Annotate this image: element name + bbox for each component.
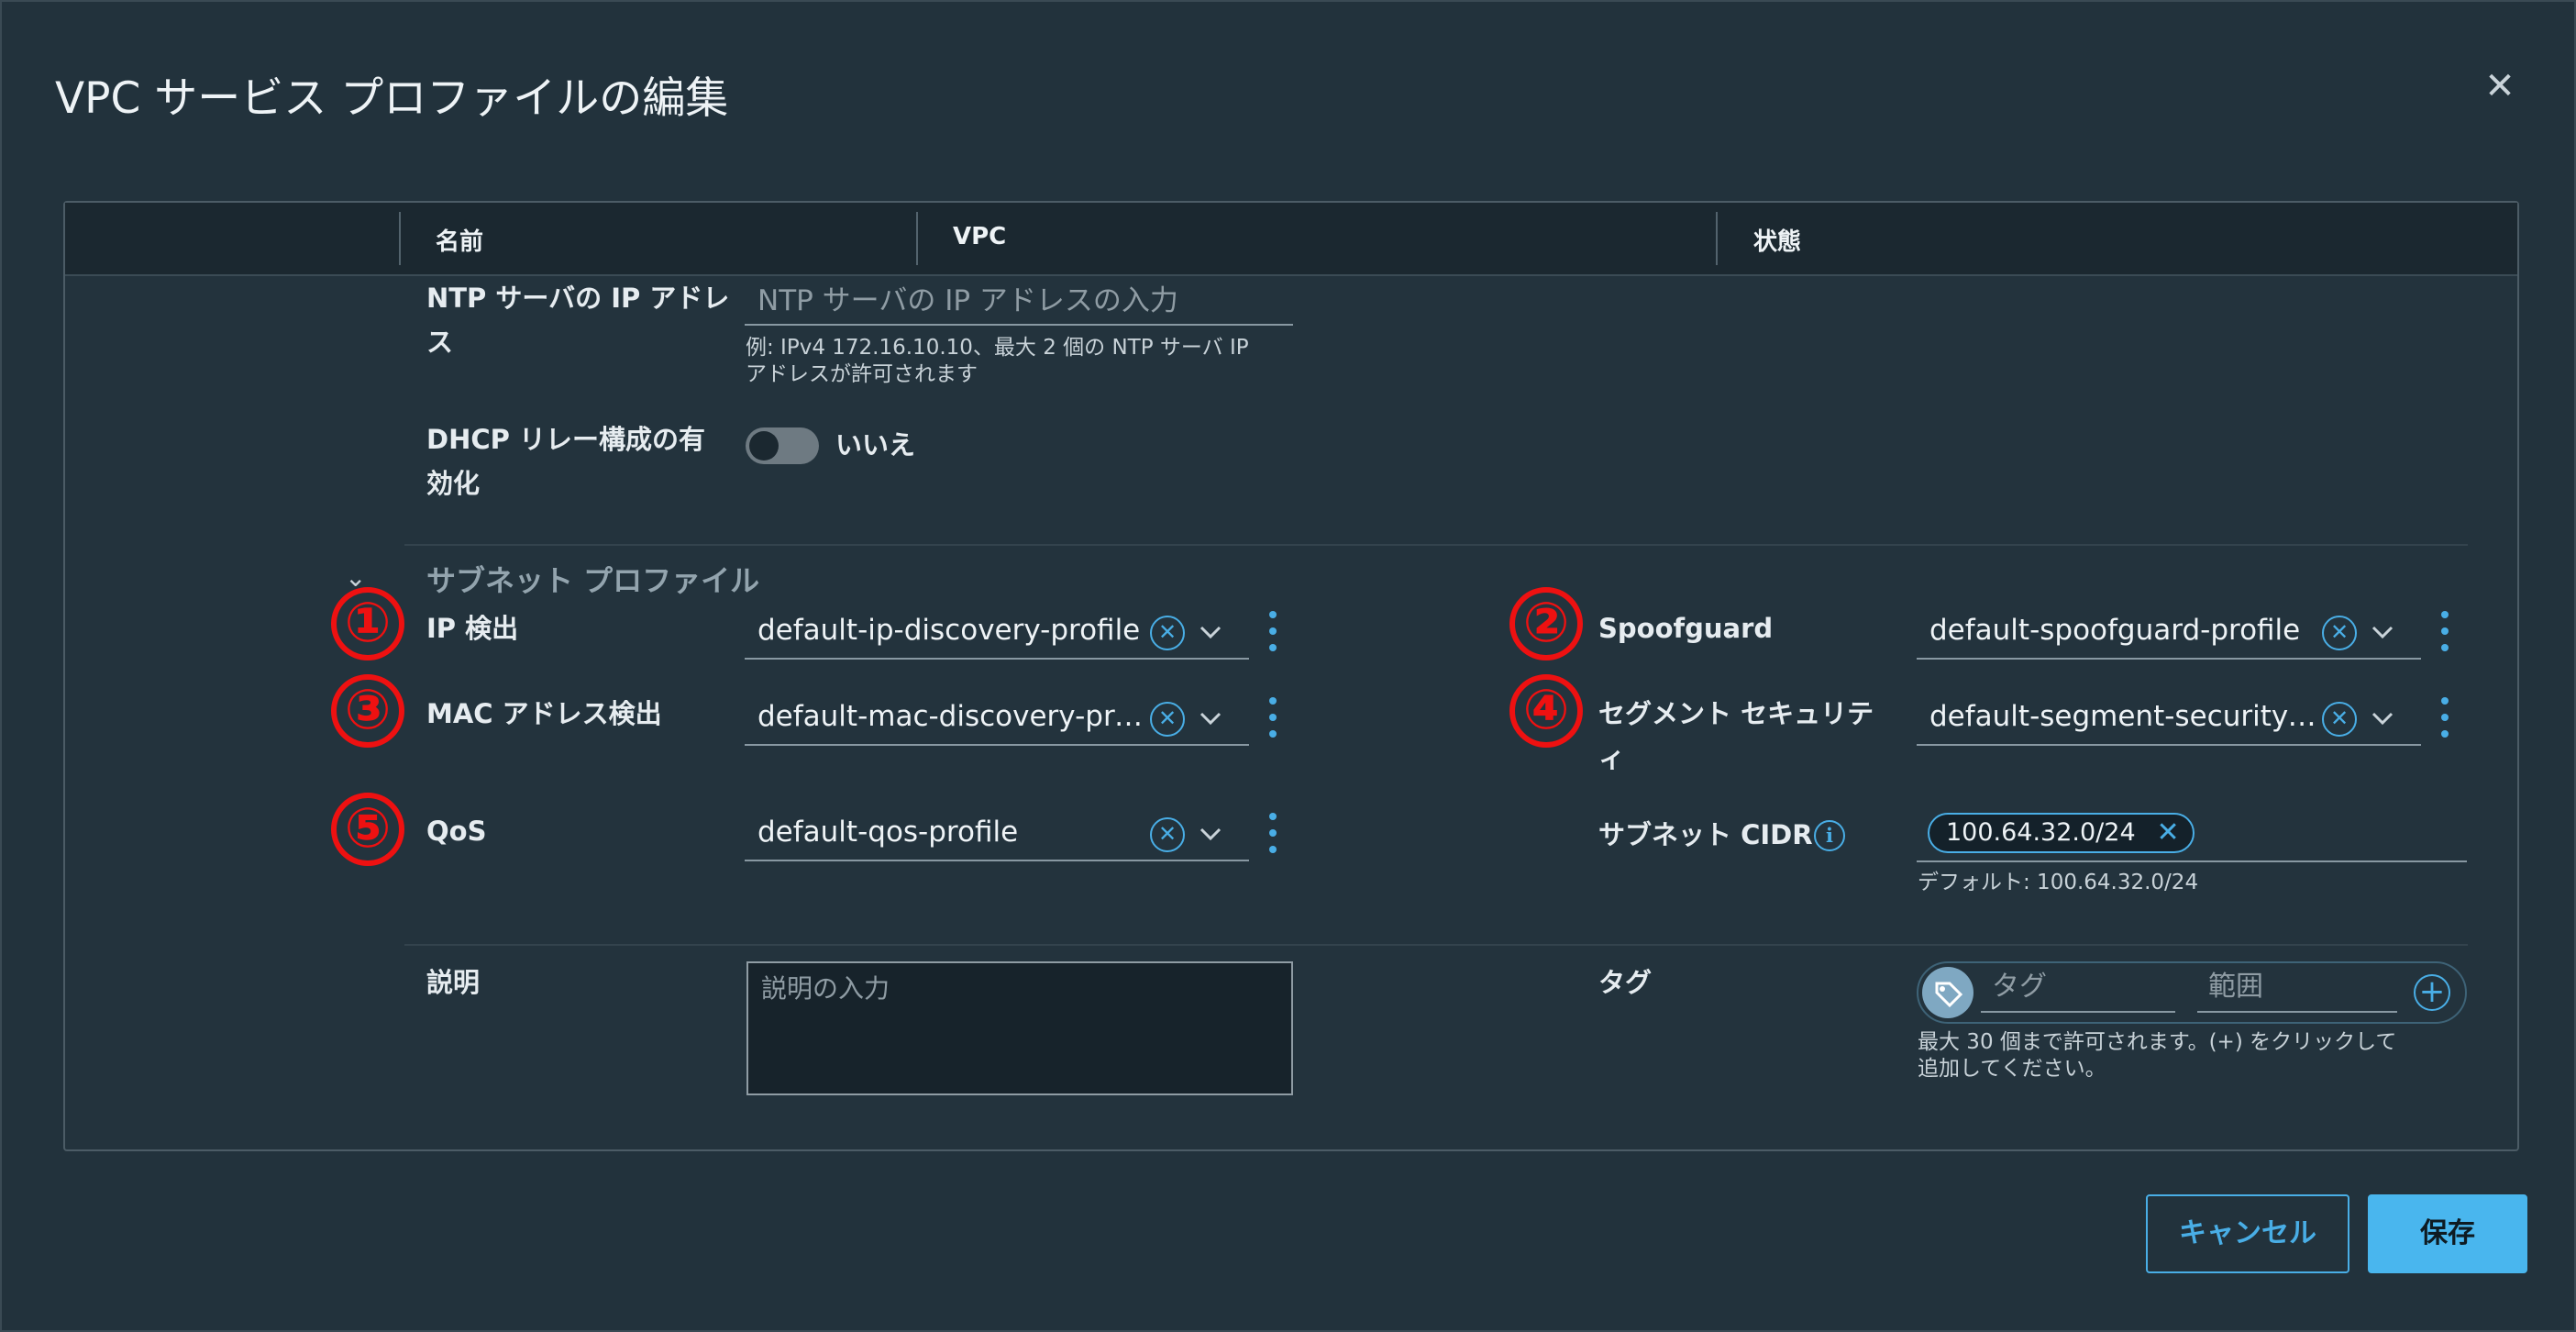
segment-security-select[interactable]: default-segment-security-profile ✕ bbox=[1917, 693, 2421, 746]
dhcp-label-line2: 効化 bbox=[426, 468, 481, 499]
description-textarea[interactable]: 説明の入力 bbox=[746, 961, 1293, 1095]
cancel-button[interactable]: キャンセル bbox=[2146, 1194, 2349, 1273]
ntp-label-line2: ス bbox=[426, 327, 454, 358]
segment-security-label-line1: セグメント セキュリテ bbox=[1598, 698, 1874, 729]
tag-icon[interactable] bbox=[1922, 967, 1973, 1018]
ip-discovery-select[interactable]: default-ip-discovery-profile ✕ bbox=[745, 606, 1249, 660]
ntp-hint: 例: IPv4 172.16.10.10、最大 2 個の NTP サーバ IP … bbox=[746, 335, 1249, 388]
clear-icon[interactable]: ✕ bbox=[1150, 702, 1185, 737]
column-separator bbox=[399, 212, 401, 265]
ip-discovery-label: IP 検出 bbox=[426, 613, 519, 644]
dhcp-relay-state: いいえ bbox=[835, 429, 916, 461]
add-tag-icon[interactable]: + bbox=[2414, 974, 2450, 1011]
subnet-cidr-hint: デフォルト: 100.64.32.0/24 bbox=[1918, 871, 2199, 894]
qos-label: QoS bbox=[426, 816, 487, 847]
chevron-down-icon[interactable] bbox=[2370, 705, 2395, 731]
clear-icon[interactable]: ✕ bbox=[2322, 616, 2357, 650]
close-icon[interactable]: ✕ bbox=[2482, 68, 2518, 105]
ntp-server-input[interactable]: NTP サーバの IP アドレスの入力 bbox=[745, 278, 1293, 326]
segment-security-more-icon[interactable] bbox=[2436, 695, 2454, 741]
clear-icon[interactable]: ✕ bbox=[2322, 702, 2357, 737]
spoofguard-label: Spoofguard bbox=[1598, 613, 1774, 644]
column-header-state[interactable]: 状態 bbox=[1753, 223, 1801, 257]
tags-hint-line2: 追加してください。 bbox=[1918, 1057, 2106, 1081]
column-header-vpc[interactable]: VPC bbox=[953, 223, 1006, 250]
mac-discovery-label: MAC アドレス検出 bbox=[426, 698, 662, 729]
profile-panel: 名前 VPC 状態 NTP サーバの IP アドレ ス NTP サーバの IP … bbox=[63, 201, 2519, 1151]
edit-vpc-service-profile-dialog: VPC サービス プロファイルの編集 ✕ 名前 VPC 状態 NTP サーバの … bbox=[0, 0, 2576, 1332]
annotation-marker-2: ② bbox=[1509, 587, 1583, 660]
qos-more-icon[interactable] bbox=[1264, 811, 1282, 857]
remove-chip-icon[interactable]: ✕ bbox=[2157, 815, 2180, 851]
subnet-cidr-chip-text: 100.64.32.0/24 bbox=[1946, 818, 2136, 847]
mac-discovery-more-icon[interactable] bbox=[1264, 695, 1282, 741]
subnet-profiles-title: サブネット プロファイル bbox=[426, 563, 760, 598]
clear-icon[interactable]: ✕ bbox=[1150, 616, 1185, 650]
subnet-cidr-input[interactable]: 100.64.32.0/24 ✕ bbox=[1917, 804, 2467, 862]
clear-icon[interactable]: ✕ bbox=[1150, 817, 1185, 852]
column-header-name[interactable]: 名前 bbox=[436, 223, 483, 257]
annotation-marker-5: ⑤ bbox=[331, 793, 404, 866]
tags-hint-line1: 最大 30 個まで許可されます。(+) をクリックして bbox=[1918, 1030, 2397, 1054]
annotation-marker-1: ① bbox=[331, 587, 404, 660]
ntp-hint-line2: アドレスが許可されます bbox=[746, 362, 978, 386]
annotation-marker-3: ③ bbox=[331, 674, 404, 748]
table-header: 名前 VPC 状態 bbox=[65, 203, 2517, 276]
mac-discovery-value: default-mac-discovery-profile bbox=[757, 700, 1152, 733]
subnet-cidr-label: サブネット CIDR bbox=[1598, 819, 1813, 850]
dhcp-relay-toggle[interactable] bbox=[746, 427, 819, 464]
chevron-down-icon[interactable] bbox=[2370, 619, 2395, 645]
tags-hint: 最大 30 個まで許可されます。(+) をクリックして 追加してください。 bbox=[1918, 1029, 2396, 1082]
toggle-knob bbox=[749, 431, 779, 461]
segment-security-label-line2: ィ bbox=[1598, 742, 1626, 773]
column-separator bbox=[1716, 212, 1718, 265]
annotation-marker-4: ④ bbox=[1509, 674, 1583, 748]
ip-discovery-more-icon[interactable] bbox=[1264, 609, 1282, 655]
mac-discovery-select[interactable]: default-mac-discovery-profile ✕ bbox=[745, 693, 1249, 746]
spoofguard-more-icon[interactable] bbox=[2436, 609, 2454, 655]
subnet-cidr-chip: 100.64.32.0/24 ✕ bbox=[1928, 813, 2195, 853]
spoofguard-value: default-spoofguard-profile bbox=[1929, 614, 2301, 647]
dialog-title: VPC サービス プロファイルの編集 bbox=[55, 73, 729, 124]
ntp-label-line1: NTP サーバの IP アドレ bbox=[426, 283, 730, 314]
chevron-down-icon[interactable] bbox=[1198, 619, 1223, 645]
ntp-hint-line1: 例: IPv4 172.16.10.10、最大 2 個の NTP サーバ IP bbox=[746, 336, 1249, 360]
ip-discovery-value: default-ip-discovery-profile bbox=[757, 614, 1141, 647]
section-divider bbox=[404, 944, 2468, 946]
chevron-down-icon[interactable] bbox=[1198, 821, 1223, 847]
ntp-server-label: NTP サーバの IP アドレ ス bbox=[426, 276, 729, 364]
save-button[interactable]: 保存 bbox=[2368, 1194, 2527, 1273]
info-icon[interactable]: i bbox=[1814, 820, 1845, 851]
tags-label: タグ bbox=[1598, 967, 1653, 998]
qos-value: default-qos-profile bbox=[757, 816, 1019, 849]
tag-input-group: タグ 範囲 + bbox=[1917, 961, 2467, 1024]
scope-input[interactable]: 範囲 bbox=[2197, 969, 2397, 1013]
description-label: 説明 bbox=[426, 967, 481, 998]
spoofguard-select[interactable]: default-spoofguard-profile ✕ bbox=[1917, 606, 2421, 660]
dhcp-label-line1: DHCP リレー構成の有 bbox=[426, 424, 705, 455]
column-separator bbox=[916, 212, 918, 265]
chevron-down-icon[interactable] bbox=[1198, 705, 1223, 731]
qos-select[interactable]: default-qos-profile ✕ bbox=[745, 808, 1249, 861]
tag-input[interactable]: タグ bbox=[1981, 969, 2175, 1013]
segment-security-label: セグメント セキュリテ ィ bbox=[1598, 692, 1874, 780]
segment-security-value: default-segment-security-profile bbox=[1929, 700, 2324, 733]
dhcp-relay-label: DHCP リレー構成の有 効化 bbox=[426, 417, 705, 505]
section-divider bbox=[404, 544, 2468, 546]
